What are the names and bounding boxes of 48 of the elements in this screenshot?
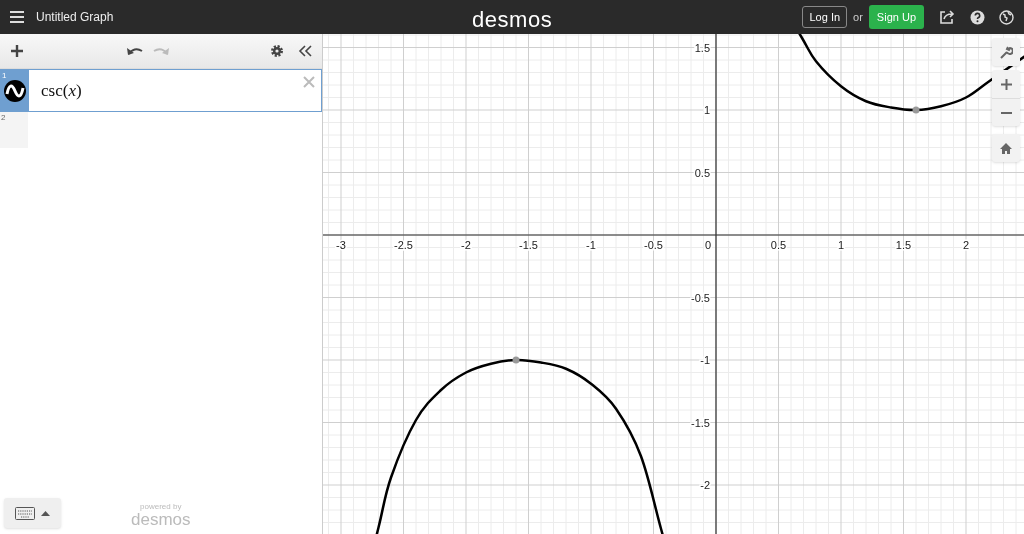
y-tick-label: -2 xyxy=(700,479,710,491)
log-in-button[interactable]: Log In xyxy=(802,6,848,28)
wrench-icon xyxy=(999,45,1013,59)
y-tick-label: -0.5 xyxy=(691,291,710,304)
home-button[interactable] xyxy=(992,134,1020,162)
share-icon[interactable] xyxy=(940,10,955,24)
y-tick-label: 1 xyxy=(703,104,710,116)
or-label: or xyxy=(853,9,863,25)
home-icon xyxy=(1000,142,1012,154)
minus-icon xyxy=(1000,111,1012,114)
x-tick-label: 2 xyxy=(962,239,970,251)
caret-icon xyxy=(41,510,50,516)
x-tick-label: -0.5 xyxy=(644,239,663,251)
row-number: 1 xyxy=(2,70,7,82)
expression-formula[interactable]: csc(x) xyxy=(41,77,82,104)
plus-icon xyxy=(1000,78,1012,90)
x-tick-label: -2 xyxy=(461,239,471,251)
x-tick-label: 0.5 xyxy=(770,239,787,251)
y-tick-label: -1 xyxy=(700,354,710,366)
extremum-point[interactable] xyxy=(912,106,920,114)
x-tick-label: -3 xyxy=(336,239,346,251)
graph-visibility-icon[interactable] xyxy=(3,78,27,103)
keyboard-button[interactable] xyxy=(4,498,61,528)
x-tick-label: 1 xyxy=(837,239,845,251)
keyboard-icon xyxy=(15,506,35,520)
origin-label: 0 xyxy=(704,239,711,251)
menu-icon[interactable] xyxy=(10,11,24,23)
globe-icon[interactable] xyxy=(999,9,1014,25)
y-tick-label: 0.5 xyxy=(694,166,710,179)
collapse-icon[interactable] xyxy=(298,44,312,58)
y-tick-label: -1.5 xyxy=(691,416,710,429)
x-tick-label: -2.5 xyxy=(394,239,413,251)
undo-icon[interactable] xyxy=(126,46,144,56)
settings-icon[interactable] xyxy=(270,44,284,58)
extremum-point[interactable] xyxy=(512,356,520,364)
y-tick-label: 1.5 xyxy=(694,41,710,54)
desmos-logo: desmos xyxy=(131,511,191,528)
add-icon[interactable] xyxy=(10,44,24,58)
x-tick-label: -1.5 xyxy=(519,239,538,251)
graph-settings-button[interactable] xyxy=(992,38,1020,66)
x-tick-label: 1.5 xyxy=(895,239,912,251)
powered-by-text: powered by xyxy=(140,503,182,511)
graph-title[interactable]: Untitled Graph xyxy=(36,8,114,26)
x-tick-label: -1 xyxy=(586,239,596,251)
row-number: 2 xyxy=(1,112,6,124)
expression-row[interactable]: 1 csc(x) xyxy=(0,69,322,112)
help-icon[interactable] xyxy=(970,9,985,25)
desmos-logo: desmos xyxy=(472,6,553,34)
